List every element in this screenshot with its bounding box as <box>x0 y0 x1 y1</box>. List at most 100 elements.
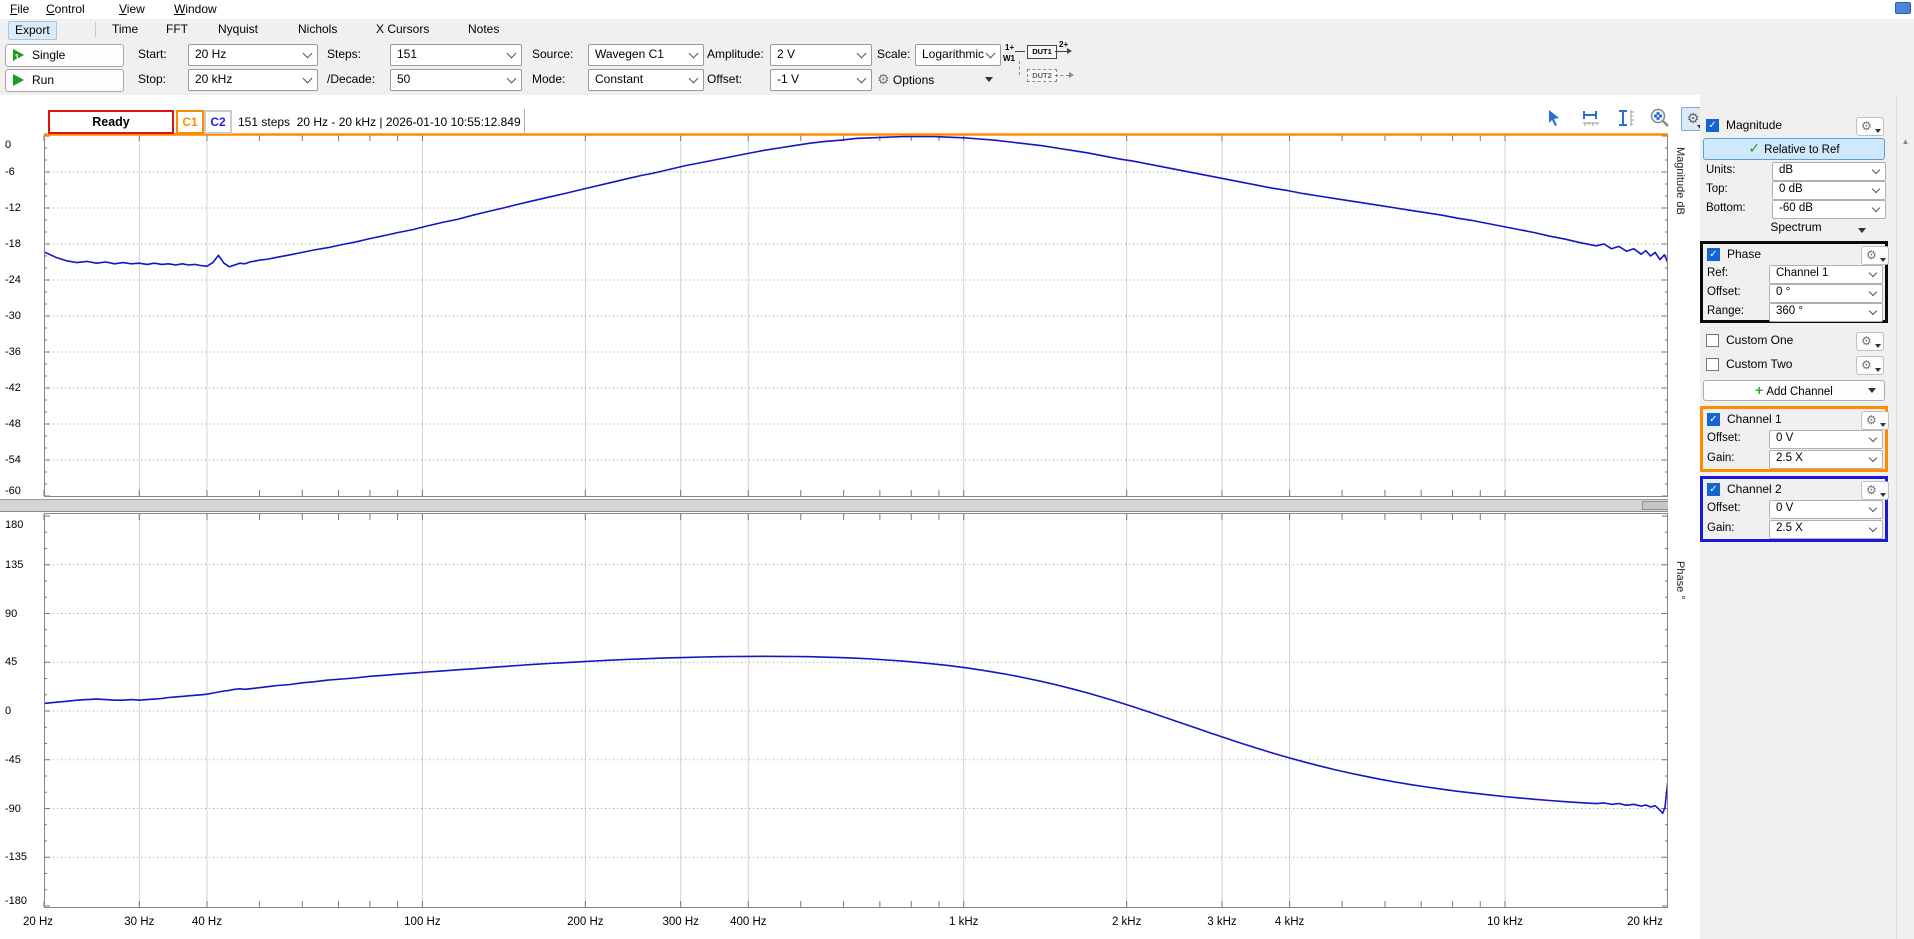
tab-fft[interactable]: FFT <box>160 21 194 38</box>
top-select[interactable]: 0 dB <box>1772 181 1886 200</box>
y-tick-label: 90 <box>5 608 41 620</box>
tab-time[interactable]: Time <box>106 21 144 38</box>
channel2-header: ✓ Channel 2 ⚙ <box>1703 480 1893 500</box>
y-tick-label: -6 <box>5 166 41 178</box>
chevron-down-icon <box>507 49 517 59</box>
scale-select[interactable]: Logarithmic <box>915 44 1001 66</box>
x-tick-label: 100 Hz <box>404 916 440 928</box>
range-select[interactable]: 360 ° <box>1769 303 1883 322</box>
chevron-down-icon <box>1869 504 1877 512</box>
bottom-select[interactable]: -60 dB <box>1772 200 1886 219</box>
channel2-badge[interactable]: C2 <box>204 110 232 134</box>
chevron-down-icon <box>1869 434 1877 442</box>
chevron-down-icon <box>507 74 517 84</box>
source-label: Source: <box>532 44 573 65</box>
channel1-header: ✓ Channel 1 ⚙ <box>1703 410 1893 430</box>
gear-icon: ⚙ <box>1861 118 1872 134</box>
status-separator <box>524 109 525 133</box>
channel1-offset-select[interactable]: 0 V <box>1769 430 1883 449</box>
channel1-badge[interactable]: C1 <box>176 110 204 134</box>
phase-checkbox[interactable]: ✓ <box>1707 248 1720 261</box>
channel2-offset-select[interactable]: 0 V <box>1769 500 1883 519</box>
channel1-gear-button[interactable]: ⚙ <box>1861 411 1889 430</box>
vertical-cursor-icon[interactable] <box>1615 107 1637 129</box>
plot-splitter[interactable] <box>0 499 1700 512</box>
x-tick-label: 400 Hz <box>730 916 766 928</box>
phase-group: ✓ Phase ⚙ Ref: Channel 1 Offset: 0 ° Ran… <box>1700 241 1888 323</box>
phase-offset-select[interactable]: 0 ° <box>1769 284 1883 303</box>
x-tick-label: 2 kHz <box>1112 916 1141 928</box>
add-channel-button[interactable]: +Add Channel <box>1703 380 1885 401</box>
play-badge: 1 <box>13 48 21 68</box>
plus-icon: + <box>1755 382 1763 398</box>
spectrum-expander[interactable]: Spectrum <box>1702 219 1890 236</box>
phase-gear-button[interactable]: ⚙ <box>1861 246 1889 265</box>
magnitude-checkbox[interactable]: ✓ <box>1706 119 1719 132</box>
custom-two-checkbox[interactable] <box>1706 358 1719 371</box>
relative-to-ref-button[interactable]: ✓Relative to Ref <box>1703 138 1885 160</box>
steps-select[interactable]: 151 <box>390 44 522 66</box>
y-tick-label: -48 <box>5 418 41 430</box>
zoom-tool-icon[interactable] <box>1649 107 1671 129</box>
start-select[interactable]: 20 Hz <box>188 44 318 66</box>
stop-select[interactable]: 20 kHz <box>188 69 318 91</box>
options-dropdown-icon[interactable] <box>985 77 993 82</box>
magnitude-plot[interactable] <box>0 133 1700 499</box>
source-select[interactable]: Wavegen C1 <box>588 44 704 66</box>
dut-connection-diagram: 1+ W1 DUT1 2+ DUT2 <box>1003 43 1098 93</box>
custom-one-checkbox[interactable] <box>1706 334 1719 347</box>
menu-view[interactable]: View <box>113 1 151 18</box>
tab-separator <box>95 22 96 37</box>
offset-select[interactable]: -1 V <box>770 69 872 91</box>
x-tick-label: 200 Hz <box>567 916 603 928</box>
range-row: Range: 360 ° <box>1703 302 1893 322</box>
horizontal-cursor-icon[interactable] <box>1580 107 1602 129</box>
pointer-tool-icon[interactable] <box>1545 107 1567 129</box>
add-channel-dropdown-icon[interactable] <box>1868 388 1876 393</box>
per-decade-select[interactable]: 50 <box>390 69 522 91</box>
tab-export[interactable]: Export <box>8 21 57 40</box>
run-button[interactable]: Run <box>5 69 124 92</box>
y-tick-label: 180 <box>5 519 41 531</box>
bode-plot-area: 0-6-12-18-24-30-36-42-48-54-60 180135904… <box>0 95 1700 939</box>
ref-select[interactable]: Channel 1 <box>1769 265 1883 284</box>
tab-nichols[interactable]: Nichols <box>292 21 343 38</box>
custom-one-title: Custom One <box>1726 331 1793 350</box>
amplitude-label: Amplitude: <box>707 44 764 65</box>
channel1-checkbox[interactable]: ✓ <box>1707 413 1720 426</box>
tab-nyquist[interactable]: Nyquist <box>212 21 264 38</box>
channel2-gear-button[interactable]: ⚙ <box>1861 481 1889 500</box>
x-tick-label: 40 Hz <box>192 916 222 928</box>
gear-icon: ⚙ <box>877 71 890 87</box>
check-icon: ✓ <box>1748 140 1760 156</box>
offset-label: Offset: <box>707 69 742 90</box>
phase-plot[interactable] <box>0 512 1700 910</box>
amplitude-select[interactable]: 2 V <box>770 44 872 66</box>
tab-notes[interactable]: Notes <box>462 21 505 38</box>
channel2-gain-select[interactable]: 2.5 X <box>1769 520 1883 539</box>
y-tick-label: 135 <box>5 559 41 571</box>
menu-control[interactable]: Control <box>40 1 91 18</box>
channel2-checkbox[interactable]: ✓ <box>1707 483 1720 496</box>
gear-icon: ⚙ <box>1861 333 1872 349</box>
sweep-info-text: 151 steps 20 Hz - 20 kHz | 2026-01-10 10… <box>238 110 521 134</box>
mode-select[interactable]: Constant <box>588 69 704 91</box>
menu-window[interactable]: Window <box>168 1 223 18</box>
magnitude-gear-button[interactable]: ⚙ <box>1856 117 1884 136</box>
menubar: File Control View Window <box>0 0 1914 19</box>
chevron-down-icon <box>1869 288 1877 296</box>
single-button[interactable]: 1 Single <box>5 44 124 67</box>
custom-two-gear-button[interactable]: ⚙ <box>1856 356 1884 375</box>
scroll-up-icon[interactable]: ▲ <box>1899 137 1912 146</box>
channel1-offset-row: Offset: 0 V <box>1703 429 1893 449</box>
custom-two-row: Custom Two ⚙ <box>1702 355 1892 375</box>
custom-one-gear-button[interactable]: ⚙ <box>1856 332 1884 351</box>
panel-scrollbar[interactable]: ▲ <box>1896 95 1914 939</box>
units-select[interactable]: dB <box>1772 162 1886 181</box>
app-corner-icon[interactable] <box>1895 2 1911 14</box>
channel2-offset-row: Offset: 0 V <box>1703 499 1893 519</box>
menu-file[interactable]: File <box>4 1 35 18</box>
y-tick-label: -90 <box>5 803 41 815</box>
channel1-gain-select[interactable]: 2.5 X <box>1769 450 1883 469</box>
tab-x-cursors[interactable]: X Cursors <box>370 21 435 38</box>
